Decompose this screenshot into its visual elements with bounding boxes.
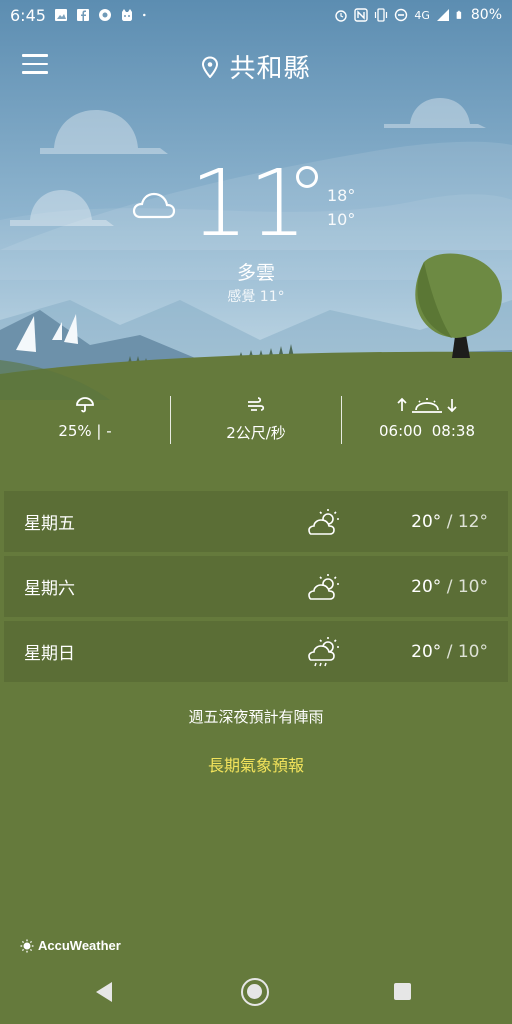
dnd-icon [395, 8, 408, 22]
brand-name: AccuWeather [38, 938, 121, 953]
forecast-row-sunday[interactable]: 星期日 20° / 10° [4, 621, 508, 682]
today-high: 18° [327, 186, 356, 205]
extended-forecast-link[interactable]: 長期氣象預報 [0, 752, 512, 776]
accuweather-sun-icon [20, 939, 34, 952]
forecast-low: 12° [457, 511, 488, 532]
forecast-row-friday[interactable]: 星期五 20° / 12° [4, 491, 508, 552]
forecast-summary: 週五深夜預計有陣雨 [188, 708, 324, 726]
forecast-high: 20° [411, 641, 442, 662]
cat-app-icon [121, 9, 132, 21]
location-pin-icon [202, 55, 219, 78]
partly-sunny-icon [308, 508, 339, 535]
alarm-icon [335, 10, 348, 22]
sun-detail: 06:00 08:38 [342, 394, 512, 446]
partly-sunny-icon [308, 573, 339, 600]
umbrella-icon [76, 397, 94, 413]
sun-times: 06:00 08:38 [379, 422, 475, 440]
wind-value: 2公尺/秒 [226, 424, 286, 442]
battery-icon [456, 10, 462, 19]
weather-details: 25% | - 2公尺/秒 06:00 08:38 [0, 394, 512, 446]
signal-icon [436, 9, 449, 21]
temp-separator: / [441, 641, 458, 662]
sunset-time: 08:38 [431, 422, 475, 440]
sunrise-sunset-icon [397, 397, 457, 413]
forecast-low: 10° [457, 641, 488, 662]
status-bar: 6:45 4G 80% [0, 0, 512, 30]
cloud-icon [132, 192, 176, 219]
precipitation-detail: 25% | - [0, 394, 170, 446]
precipitation-value: 25% | - [58, 422, 112, 440]
forecast-high: 20° [411, 576, 442, 597]
partly-sunny-rain-icon [308, 636, 339, 666]
forecast-day: 星期六 [24, 579, 75, 599]
degree-symbol [296, 166, 318, 188]
location-selector[interactable]: 共和縣 [201, 48, 310, 85]
facebook-icon [76, 9, 89, 21]
location-name: 共和縣 [229, 54, 311, 84]
nfc-icon [354, 8, 369, 22]
location-header: 共和縣 [0, 48, 512, 85]
daily-forecast-list: 星期五 20° / 12° 星期六 20° / 10° 星期日 20° / 10… [4, 491, 508, 686]
temp-separator: / [441, 576, 458, 597]
wind-icon [248, 397, 265, 411]
home-button[interactable] [241, 978, 269, 1006]
forecast-high: 20° [411, 511, 442, 532]
current-condition: 多雲 [236, 262, 275, 284]
navigation-bar [0, 962, 512, 1024]
status-time: 6:45 [10, 5, 46, 25]
forecast-low: 10° [457, 576, 488, 597]
forecast-day: 星期日 [24, 644, 75, 664]
today-low: 10° [327, 210, 356, 229]
chrome-icon [98, 9, 111, 21]
recent-apps-button[interactable] [394, 983, 411, 1000]
accuweather-logo[interactable]: AccuWeather [20, 938, 121, 953]
gallery-icon [54, 9, 67, 21]
wind-detail: 2公尺/秒 [171, 394, 341, 446]
forecast-row-saturday[interactable]: 星期六 20° / 10° [4, 556, 508, 617]
sunrise-time: 06:00 [378, 422, 423, 440]
network-type: 4G [414, 8, 430, 22]
feels-like: 感覺 11° [227, 289, 285, 305]
temp-separator: / [441, 511, 458, 532]
vibrate-icon [375, 8, 388, 22]
current-temperature: 11 [190, 150, 308, 257]
forecast-day: 星期五 [24, 514, 75, 534]
back-button[interactable] [96, 982, 112, 1002]
battery-level: 80% [470, 7, 502, 23]
dot-icon [142, 13, 146, 17]
